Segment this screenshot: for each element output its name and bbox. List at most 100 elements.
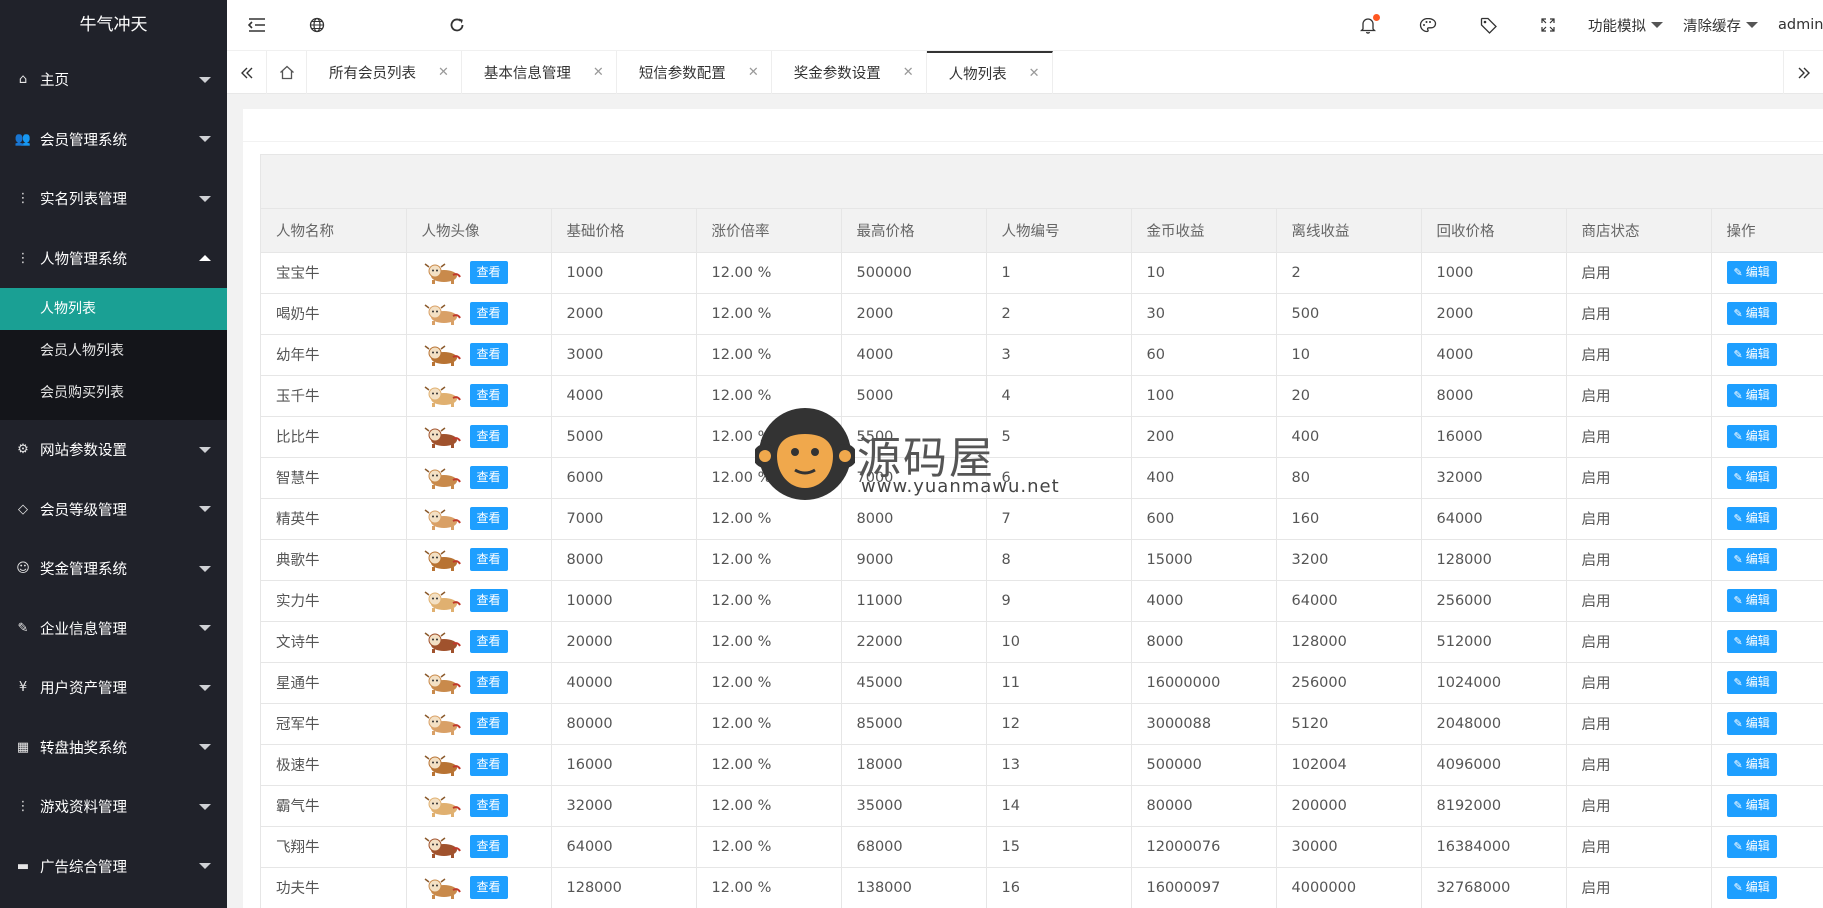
view-avatar-button[interactable]: 查看 <box>469 794 508 817</box>
tab[interactable]: 短信参数配置 ✕ <box>617 51 772 94</box>
avatar-cell: 查看 <box>406 375 552 417</box>
sidebar-subitem[interactable]: 会员人物列表 <box>0 330 227 372</box>
view-avatar-button[interactable]: 查看 <box>469 630 508 653</box>
max-price: 138000 <box>841 867 987 908</box>
tab[interactable]: 所有会员列表 ✕ <box>307 51 462 94</box>
globe-icon[interactable] <box>287 0 347 51</box>
sidebar-item[interactable]: ⚙ 网站参数设置 <box>0 420 227 480</box>
edit-button[interactable]: ✎ 编辑 <box>1726 712 1777 735</box>
edit-button[interactable]: ✎ 编辑 <box>1726 507 1777 530</box>
base-price: 10000 <box>551 580 697 622</box>
edit-button[interactable]: ✎ 编辑 <box>1726 343 1777 366</box>
tag-icon[interactable] <box>1458 0 1518 51</box>
edit-button[interactable]: ✎ 编辑 <box>1726 384 1777 407</box>
view-avatar-button[interactable]: 查看 <box>469 343 508 366</box>
edit-label: 编辑 <box>1745 470 1770 484</box>
sidebar-item[interactable]: ⋮ 人物管理系统 <box>0 229 227 289</box>
edit-button[interactable]: ✎ 编辑 <box>1726 466 1777 489</box>
action-cell: ✎ 编辑 <box>1711 703 1823 745</box>
tab-label: 基本信息管理 <box>483 66 571 82</box>
menu-fold-icon[interactable] <box>227 0 287 51</box>
view-avatar-button[interactable]: 查看 <box>469 507 508 530</box>
recycle-price: 16384000 <box>1421 826 1567 868</box>
edit-button[interactable]: ✎ 编辑 <box>1726 548 1777 571</box>
cow-avatar-icon <box>422 793 464 819</box>
close-icon[interactable]: ✕ <box>748 65 759 80</box>
sidebar-item[interactable]: ⋮ 游戏资料管理 <box>0 777 227 837</box>
action-cell: ✎ 编辑 <box>1711 375 1823 417</box>
clear-cache-menu[interactable]: 清除缓存 <box>1673 0 1768 51</box>
edit-button[interactable]: ✎ 编辑 <box>1726 794 1777 817</box>
edit-label: 编辑 <box>1745 265 1770 279</box>
price-rate: 12.00 % <box>696 826 842 868</box>
brand-title: 牛气冲天 <box>0 0 227 50</box>
character-name: 比比牛 <box>261 416 407 458</box>
close-icon[interactable]: ✕ <box>593 65 604 80</box>
view-avatar-button[interactable]: 查看 <box>469 753 508 776</box>
tab-scroll-right-icon[interactable] <box>1783 51 1823 94</box>
theme-palette-icon[interactable] <box>1398 0 1458 51</box>
tab-scroll-left-icon[interactable] <box>227 51 267 94</box>
table-row: 文诗牛 查看 20000 12.00 % 22000 10 8000 128000 51200… <box>261 621 1823 663</box>
sidebar-item[interactable]: ◇ 会员等级管理 <box>0 480 227 540</box>
function-simulate-menu[interactable]: 功能模拟 <box>1578 0 1673 51</box>
recycle-price: 1024000 <box>1421 662 1567 704</box>
view-avatar-button[interactable]: 查看 <box>469 671 508 694</box>
sidebar-item[interactable]: ⌂ 主页 <box>0 50 227 110</box>
view-avatar-button[interactable]: 查看 <box>469 876 508 899</box>
view-avatar-button[interactable]: 查看 <box>469 712 508 735</box>
character-name: 星通牛 <box>261 662 407 704</box>
sidebar-item[interactable]: ¥ 用户资产管理 <box>0 658 227 718</box>
edit-button[interactable]: ✎ 编辑 <box>1726 261 1777 284</box>
edit-button[interactable]: ✎ 编辑 <box>1726 753 1777 776</box>
close-icon[interactable]: ✕ <box>1029 66 1040 81</box>
sidebar-item[interactable]: ⋮ 实名列表管理 <box>0 169 227 229</box>
sidebar-item[interactable]: ✎ 企业信息管理 <box>0 599 227 659</box>
user-menu[interactable]: admin <box>1768 0 1823 51</box>
view-avatar-button[interactable]: 查看 <box>469 835 508 858</box>
max-price: 5500 <box>841 416 987 458</box>
refresh-icon[interactable] <box>427 0 487 51</box>
sidebar-subitem[interactable]: 人物列表 <box>0 288 227 330</box>
sidebar-item[interactable]: ☺ 奖金管理系统 <box>0 539 227 599</box>
edit-button[interactable]: ✎ 编辑 <box>1726 671 1777 694</box>
edit-button[interactable]: ✎ 编辑 <box>1726 425 1777 448</box>
offline-income: 200000 <box>1276 785 1422 827</box>
tab[interactable]: 人物列表 ✕ <box>926 51 1053 94</box>
edit-button[interactable]: ✎ 编辑 <box>1726 589 1777 612</box>
view-avatar-button[interactable]: 查看 <box>469 261 508 284</box>
close-icon[interactable]: ✕ <box>438 65 449 80</box>
tab[interactable]: 奖金参数设置 ✕ <box>772 51 927 94</box>
view-avatar-button[interactable]: 查看 <box>469 548 508 571</box>
view-avatar-button[interactable]: 查看 <box>469 589 508 612</box>
edit-button[interactable]: ✎ 编辑 <box>1726 302 1777 325</box>
character-id: 8 <box>986 539 1132 581</box>
tab[interactable]: 基本信息管理 ✕ <box>462 51 617 94</box>
recycle-price: 64000 <box>1421 498 1567 540</box>
pencil-icon: ✎ <box>1733 594 1743 607</box>
edit-button[interactable]: ✎ 编辑 <box>1726 876 1777 899</box>
bell-icon[interactable] <box>1338 0 1398 51</box>
edit-button[interactable]: ✎ 编辑 <box>1726 630 1777 653</box>
sidebar-subitem[interactable]: 会员购买列表 <box>0 372 227 414</box>
sidebar-item[interactable]: 👥 会员管理系统 <box>0 110 227 170</box>
edit-label: 编辑 <box>1745 634 1770 648</box>
header-right: 功能模拟 清除缓存 admin <box>1338 0 1823 51</box>
avatar-cell: 查看 <box>406 539 552 581</box>
character-id: 15 <box>986 826 1132 868</box>
edit-label: 编辑 <box>1745 675 1770 689</box>
edit-button[interactable]: ✎ 编辑 <box>1726 835 1777 858</box>
fullscreen-icon[interactable] <box>1518 0 1578 51</box>
chevron-down-icon <box>1746 22 1758 28</box>
sidebar-item[interactable]: ▦ 转盘抽奖系统 <box>0 718 227 778</box>
close-icon[interactable]: ✕ <box>903 65 914 80</box>
tab-label: 所有会员列表 <box>329 66 416 82</box>
view-avatar-button[interactable]: 查看 <box>469 384 508 407</box>
sidebar-item[interactable]: ▬ 广告综合管理 <box>0 837 227 897</box>
tab-home-icon[interactable] <box>267 51 307 94</box>
pencil-icon: ✎ <box>1733 553 1743 566</box>
view-avatar-button[interactable]: 查看 <box>469 302 508 325</box>
view-avatar-button[interactable]: 查看 <box>469 466 508 489</box>
chevron-down-icon <box>199 446 211 453</box>
view-avatar-button[interactable]: 查看 <box>469 425 508 448</box>
